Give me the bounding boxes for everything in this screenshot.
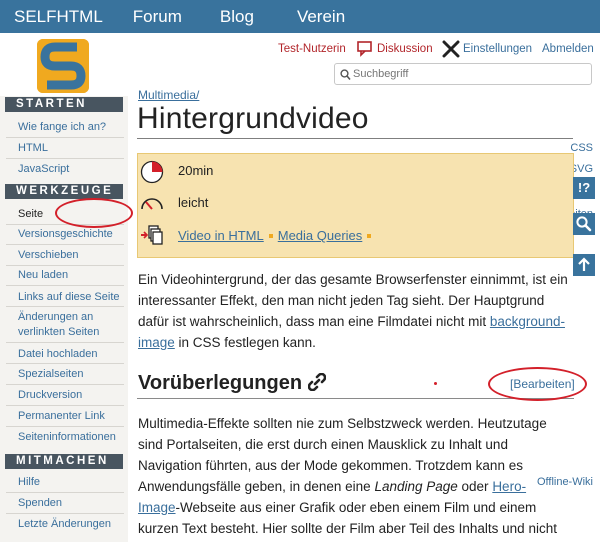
- breadcrumb[interactable]: Multimedia/: [138, 88, 199, 102]
- sidebar-heading-mitmachen: MITMACHEN: [5, 454, 123, 469]
- sidebar-item-print[interactable]: Druckversion: [18, 388, 82, 402]
- body-text: -Webseite aus einer Grafik oder eben ein…: [138, 500, 557, 536]
- sidebar-item-special[interactable]: Spezialseiten: [18, 367, 83, 381]
- nav-forum[interactable]: Forum: [133, 7, 182, 27]
- speedometer-icon: [140, 195, 164, 216]
- section-heading: Vorüberlegungen: [138, 372, 327, 397]
- search-icon: [576, 216, 592, 232]
- sidebar-item-help[interactable]: Hilfe: [18, 475, 40, 489]
- sidebar-item-related-changes-2[interactable]: verlinkten Seiten: [18, 325, 99, 339]
- sidebar-divider: [6, 384, 124, 385]
- sidebar-item-move[interactable]: Verschieben: [18, 248, 79, 262]
- test-user-link[interactable]: Test-Nutzerin: [278, 43, 346, 55]
- section-divider: [137, 398, 574, 399]
- sidebar-item-recent-changes[interactable]: Letzte Änderungen: [18, 517, 111, 531]
- sidebar-divider: [6, 285, 124, 286]
- sidebar-divider: [6, 342, 124, 343]
- sidebar-divider: [6, 137, 124, 138]
- nav-selfhtml[interactable]: SELFHTML: [14, 7, 103, 27]
- sidebar-divider: [6, 513, 124, 514]
- discussion-icon: [357, 41, 374, 60]
- difficulty-text: leicht: [178, 195, 209, 210]
- search-icon: [340, 68, 351, 86]
- section-title: Vorüberlegungen: [138, 372, 303, 394]
- sidebar-divider: [6, 158, 124, 159]
- sidebar-item-history[interactable]: Versionsgeschichte: [18, 227, 113, 241]
- discussion-link[interactable]: Diskussion: [377, 43, 433, 55]
- sidebar-divider: [6, 244, 124, 245]
- sidebar-divider: [6, 492, 124, 493]
- sidebar-heading-werkzeuge: WERKZEUGE: [5, 184, 123, 199]
- scroll-top-button[interactable]: [573, 254, 595, 276]
- body-emphasis: Landing Page: [374, 479, 458, 494]
- sidebar-divider: [6, 405, 124, 406]
- sidebar-item-pageinfo[interactable]: Seiteninformationen: [18, 430, 116, 444]
- annotation-ellipse-section-edit: [488, 367, 587, 401]
- intro-paragraph: Ein Videohintergrund, der das gesamte Br…: [138, 269, 568, 353]
- sidebar-item-getting-started[interactable]: Wie fange ich an?: [18, 120, 106, 134]
- bullet: [367, 233, 372, 238]
- page-title: Hintergrundvideo: [137, 102, 369, 135]
- search-box[interactable]: [334, 63, 592, 85]
- sidebar-divider: [6, 426, 124, 427]
- duration-text: 20min: [178, 163, 214, 178]
- intro-text-end: in CSS festlegen kann.: [174, 335, 316, 350]
- arrow-up-icon: [578, 257, 590, 271]
- sidebar-item-related-changes[interactable]: Änderungen an: [18, 310, 93, 324]
- info-box: 20min leicht Video in HTML Media Queries: [137, 153, 574, 258]
- prerequisites-icon: [140, 222, 164, 253]
- clock-icon: [140, 159, 164, 190]
- sidebar-divider: [6, 265, 124, 266]
- prereq-media-queries-link[interactable]: Media Queries: [278, 228, 363, 243]
- annotation-ellipse-sidebar-edit: [55, 198, 133, 228]
- bullet: [268, 233, 273, 238]
- nav-verein[interactable]: Verein: [297, 7, 345, 27]
- sidebar-item-permalink[interactable]: Permanenter Link: [18, 409, 105, 423]
- tools-icon: [442, 40, 460, 61]
- logout-link[interactable]: Abmelden: [542, 43, 594, 55]
- help-button[interactable]: !?: [573, 177, 595, 199]
- title-divider: [137, 138, 573, 139]
- prerequisites: Video in HTML Media Queries: [178, 228, 376, 243]
- sidebar-item-javascript[interactable]: JavaScript: [18, 162, 69, 176]
- sidebar-divider: [6, 306, 124, 307]
- nav-blog[interactable]: Blog: [220, 7, 254, 27]
- sidebar-heading-starten: STARTEN: [5, 97, 123, 112]
- top-navigation: SELFHTML Forum Blog Verein: [0, 0, 600, 33]
- sidebar-divider: [6, 363, 124, 364]
- search-button[interactable]: [573, 213, 595, 235]
- prereq-video-html-link[interactable]: Video in HTML: [178, 228, 264, 243]
- body-paragraph: Multimedia-Effekte sollten nie zum Selbs…: [138, 413, 568, 542]
- annotation-dot: [434, 382, 437, 385]
- sidebar-item-whatlinkshere[interactable]: Links auf diese Seite: [18, 290, 120, 304]
- sidebar-item-upload[interactable]: Datei hochladen: [18, 347, 98, 361]
- sidebar-item-donate[interactable]: Spenden: [18, 496, 62, 510]
- sidebar-item-page: Seite: [18, 208, 44, 220]
- selfhtml-logo[interactable]: [37, 39, 89, 93]
- settings-link[interactable]: Einstellungen: [463, 43, 532, 55]
- body-text: oder: [457, 479, 493, 494]
- sidebar-item-html[interactable]: HTML: [18, 141, 48, 155]
- search-input[interactable]: [353, 68, 583, 80]
- permalink-icon[interactable]: [307, 372, 327, 397]
- sidebar-item-reload[interactable]: Neu laden: [18, 268, 68, 282]
